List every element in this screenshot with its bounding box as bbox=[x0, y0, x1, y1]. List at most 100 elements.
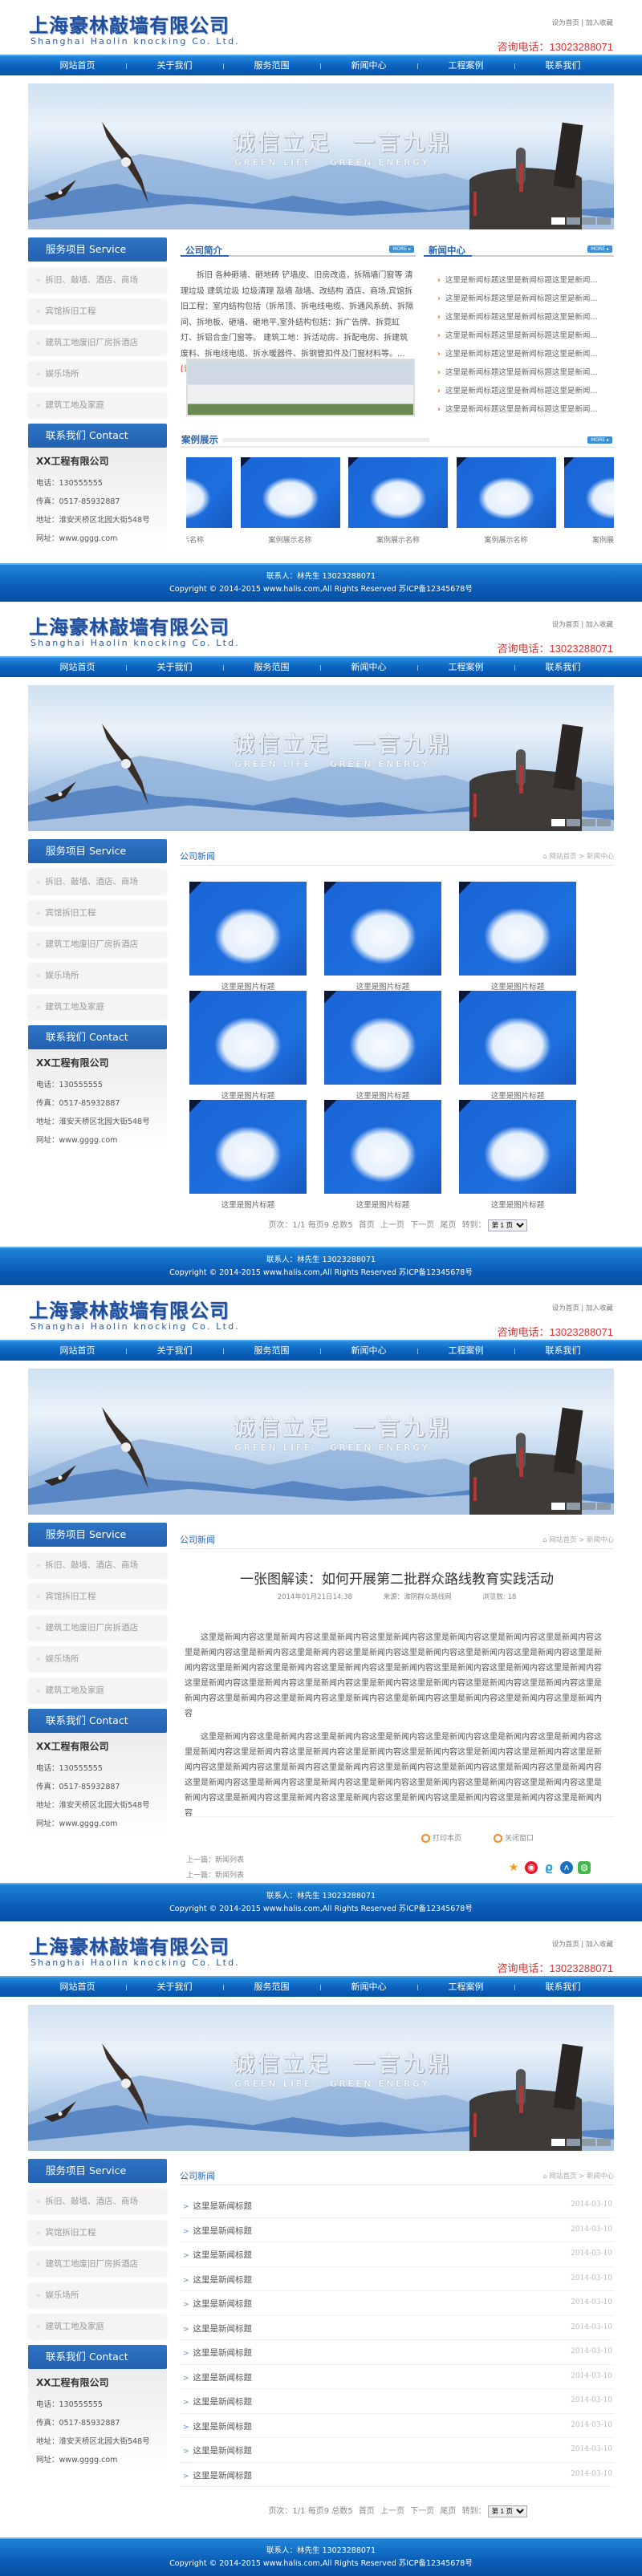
case-item[interactable]: 案例展示名称 bbox=[186, 457, 232, 545]
breadcrumb-home[interactable]: 网站首页 bbox=[549, 853, 576, 861]
slider-dot-2[interactable] bbox=[567, 217, 580, 225]
nav-about[interactable]: 关于我们 bbox=[126, 1341, 223, 1361]
service-item[interactable]: » 建筑工地废旧厂房拆酒店 bbox=[28, 1616, 167, 1641]
breadcrumb-current[interactable]: 新闻中心 bbox=[587, 853, 614, 861]
close-window-button[interactable]: 关闭窗口 bbox=[494, 1832, 534, 1843]
gallery-item[interactable]: 这里是图片标题 bbox=[459, 1100, 576, 1210]
news-item[interactable]: › 这里是新闻标题这里是新闻标题这里是新闻... bbox=[437, 382, 606, 400]
nav-contact[interactable]: 联系我们 bbox=[514, 658, 612, 677]
set-homepage-link[interactable]: 设为首页 bbox=[552, 621, 579, 629]
service-item[interactable]: » 宾馆拆旧工程 bbox=[28, 2221, 167, 2245]
news-row[interactable]: > 这里是新闻标题 2014-03-10 bbox=[180, 2389, 614, 2414]
gallery-item[interactable]: 这里是图片标题 bbox=[189, 1100, 307, 1210]
page-select[interactable]: 第 1 页 bbox=[487, 2505, 527, 2517]
news-row[interactable]: > 这里是新闻标题 2014-03-10 bbox=[180, 2463, 614, 2487]
case-item[interactable]: 案例展示名称 bbox=[240, 457, 340, 545]
next-article-link[interactable]: 上一篇：新闻列表 bbox=[186, 1869, 244, 1880]
nav-services[interactable]: 服务范围 bbox=[223, 658, 320, 677]
nav-contact[interactable]: 联系我们 bbox=[514, 56, 612, 75]
news-item[interactable]: › 这里是新闻标题这里是新闻标题这里是新闻... bbox=[437, 363, 606, 382]
service-item[interactable]: » 建筑工地及家庭 bbox=[28, 1678, 167, 1703]
next-page-link[interactable]: 下一页 bbox=[410, 1221, 434, 1230]
nav-home[interactable]: 网站首页 bbox=[29, 1978, 126, 1997]
service-item[interactable]: » 娱乐场所 bbox=[28, 1647, 167, 1672]
slider-dot-1[interactable] bbox=[551, 1503, 565, 1510]
slider-dot-2[interactable] bbox=[567, 1503, 580, 1510]
news-item[interactable]: › 这里是新闻标题这里是新闻标题这里是新闻... bbox=[437, 290, 606, 308]
slider-dot-2[interactable] bbox=[567, 2139, 580, 2146]
prev-page-link[interactable]: 上一页 bbox=[380, 2507, 404, 2516]
news-row[interactable]: > 这里是新闻标题 2014-03-10 bbox=[180, 2340, 614, 2365]
nav-services[interactable]: 服务范围 bbox=[223, 1341, 320, 1361]
prev-page-link[interactable]: 上一页 bbox=[380, 1221, 404, 1230]
nav-about[interactable]: 关于我们 bbox=[126, 658, 223, 677]
nav-home[interactable]: 网站首页 bbox=[29, 56, 126, 75]
set-homepage-link[interactable]: 设为首页 bbox=[552, 19, 579, 27]
first-page-link[interactable]: 首页 bbox=[359, 1221, 375, 1230]
slider-dot-2[interactable] bbox=[567, 819, 580, 826]
gallery-item[interactable]: 这里是图片标题 bbox=[459, 882, 576, 992]
add-favorite-link[interactable]: 加入收藏 bbox=[586, 1304, 613, 1312]
service-item[interactable]: » 建筑工地废旧厂房拆酒店 bbox=[28, 932, 167, 957]
nav-news[interactable]: 新闻中心 bbox=[320, 1341, 417, 1361]
service-item[interactable]: » 宾馆拆旧工程 bbox=[28, 901, 167, 926]
case-item[interactable]: 案例展示名称 bbox=[456, 457, 556, 545]
news-item[interactable]: › 这里是新闻标题这里是新闻标题这里是新闻... bbox=[437, 400, 606, 419]
print-button[interactable]: 打印本页 bbox=[421, 1832, 461, 1843]
nav-cases[interactable]: 工程案例 bbox=[417, 658, 514, 677]
service-item[interactable]: » 娱乐场所 bbox=[28, 362, 167, 387]
news-row[interactable]: > 这里是新闻标题 2014-03-10 bbox=[180, 2242, 614, 2267]
slider-dot-1[interactable] bbox=[551, 217, 565, 225]
gallery-item[interactable]: 这里是图片标题 bbox=[324, 1100, 441, 1210]
news-item[interactable]: › 这里是新闻标题这里是新闻标题这里是新闻... bbox=[437, 271, 606, 290]
service-item[interactable]: » 宾馆拆旧工程 bbox=[28, 1584, 167, 1609]
nav-about[interactable]: 关于我们 bbox=[126, 1978, 223, 1997]
last-page-link[interactable]: 尾页 bbox=[440, 2507, 456, 2516]
set-homepage-link[interactable]: 设为首页 bbox=[552, 1941, 579, 1949]
weibo-icon[interactable]: ◉ bbox=[525, 1861, 538, 1874]
slider-dot-3[interactable] bbox=[582, 2139, 595, 2146]
slider-dot-4[interactable] bbox=[597, 1503, 611, 1510]
gallery-item[interactable]: 这里是图片标题 bbox=[324, 882, 441, 992]
set-homepage-link[interactable]: 设为首页 bbox=[552, 1304, 579, 1312]
slider-dot-1[interactable] bbox=[551, 2139, 565, 2146]
nav-services[interactable]: 服务范围 bbox=[223, 56, 320, 75]
news-item[interactable]: › 这里是新闻标题这里是新闻标题这里是新闻... bbox=[437, 327, 606, 345]
logo-company-name[interactable]: 上海豪林敲墙有限公司 bbox=[29, 611, 230, 639]
service-item[interactable]: » 建筑工地及家庭 bbox=[28, 995, 167, 1020]
tencent-weibo-icon[interactable]: ϱ bbox=[542, 1861, 555, 1874]
breadcrumb-current[interactable]: 新闻中心 bbox=[587, 1536, 614, 1544]
last-page-link[interactable]: 尾页 bbox=[440, 1221, 456, 1230]
service-item[interactable]: » 建筑工地废旧厂房拆酒店 bbox=[28, 331, 167, 355]
service-item[interactable]: » 建筑工地及家庭 bbox=[28, 393, 167, 418]
slider-dot-3[interactable] bbox=[582, 217, 595, 225]
gallery-item[interactable]: 这里是图片标题 bbox=[189, 991, 307, 1101]
slider-dot-3[interactable] bbox=[582, 1503, 595, 1510]
gallery-item[interactable]: 这里是图片标题 bbox=[459, 991, 576, 1101]
nav-contact[interactable]: 联系我们 bbox=[514, 1978, 612, 1997]
gallery-item[interactable]: 这里是图片标题 bbox=[324, 991, 441, 1101]
logo-company-name[interactable]: 上海豪林敲墙有限公司 bbox=[29, 1295, 230, 1323]
gallery-item[interactable]: 这里是图片标题 bbox=[189, 882, 307, 992]
news-row[interactable]: > 这里是新闻标题 2014-03-10 bbox=[180, 2365, 614, 2389]
nav-cases[interactable]: 工程案例 bbox=[417, 1978, 514, 1997]
add-favorite-link[interactable]: 加入收藏 bbox=[586, 1941, 613, 1949]
slider-dot-4[interactable] bbox=[597, 217, 611, 225]
about-more-button[interactable]: MORE ▸ bbox=[389, 245, 414, 253]
slider-dot-1[interactable] bbox=[551, 819, 565, 826]
nav-home[interactable]: 网站首页 bbox=[29, 658, 126, 677]
news-row[interactable]: > 这里是新闻标题 2014-03-10 bbox=[180, 2438, 614, 2463]
service-item[interactable]: » 拆旧、敲墙、酒店、商场 bbox=[28, 1553, 167, 1578]
nav-contact[interactable]: 联系我们 bbox=[514, 1341, 612, 1361]
first-page-link[interactable]: 首页 bbox=[359, 2507, 375, 2516]
add-favorite-link[interactable]: 加入收藏 bbox=[586, 621, 613, 629]
slider-dot-4[interactable] bbox=[597, 819, 611, 826]
service-item[interactable]: » 宾馆拆旧工程 bbox=[28, 299, 167, 324]
nav-services[interactable]: 服务范围 bbox=[223, 1978, 320, 1997]
nav-cases[interactable]: 工程案例 bbox=[417, 56, 514, 75]
news-row[interactable]: > 这里是新闻标题 2014-03-10 bbox=[180, 2218, 614, 2242]
case-item[interactable]: 案例展示名称 bbox=[348, 457, 448, 545]
nav-news[interactable]: 新闻中心 bbox=[320, 56, 417, 75]
slider-dot-3[interactable] bbox=[582, 819, 595, 826]
breadcrumb-home[interactable]: 网站首页 bbox=[549, 2172, 576, 2180]
